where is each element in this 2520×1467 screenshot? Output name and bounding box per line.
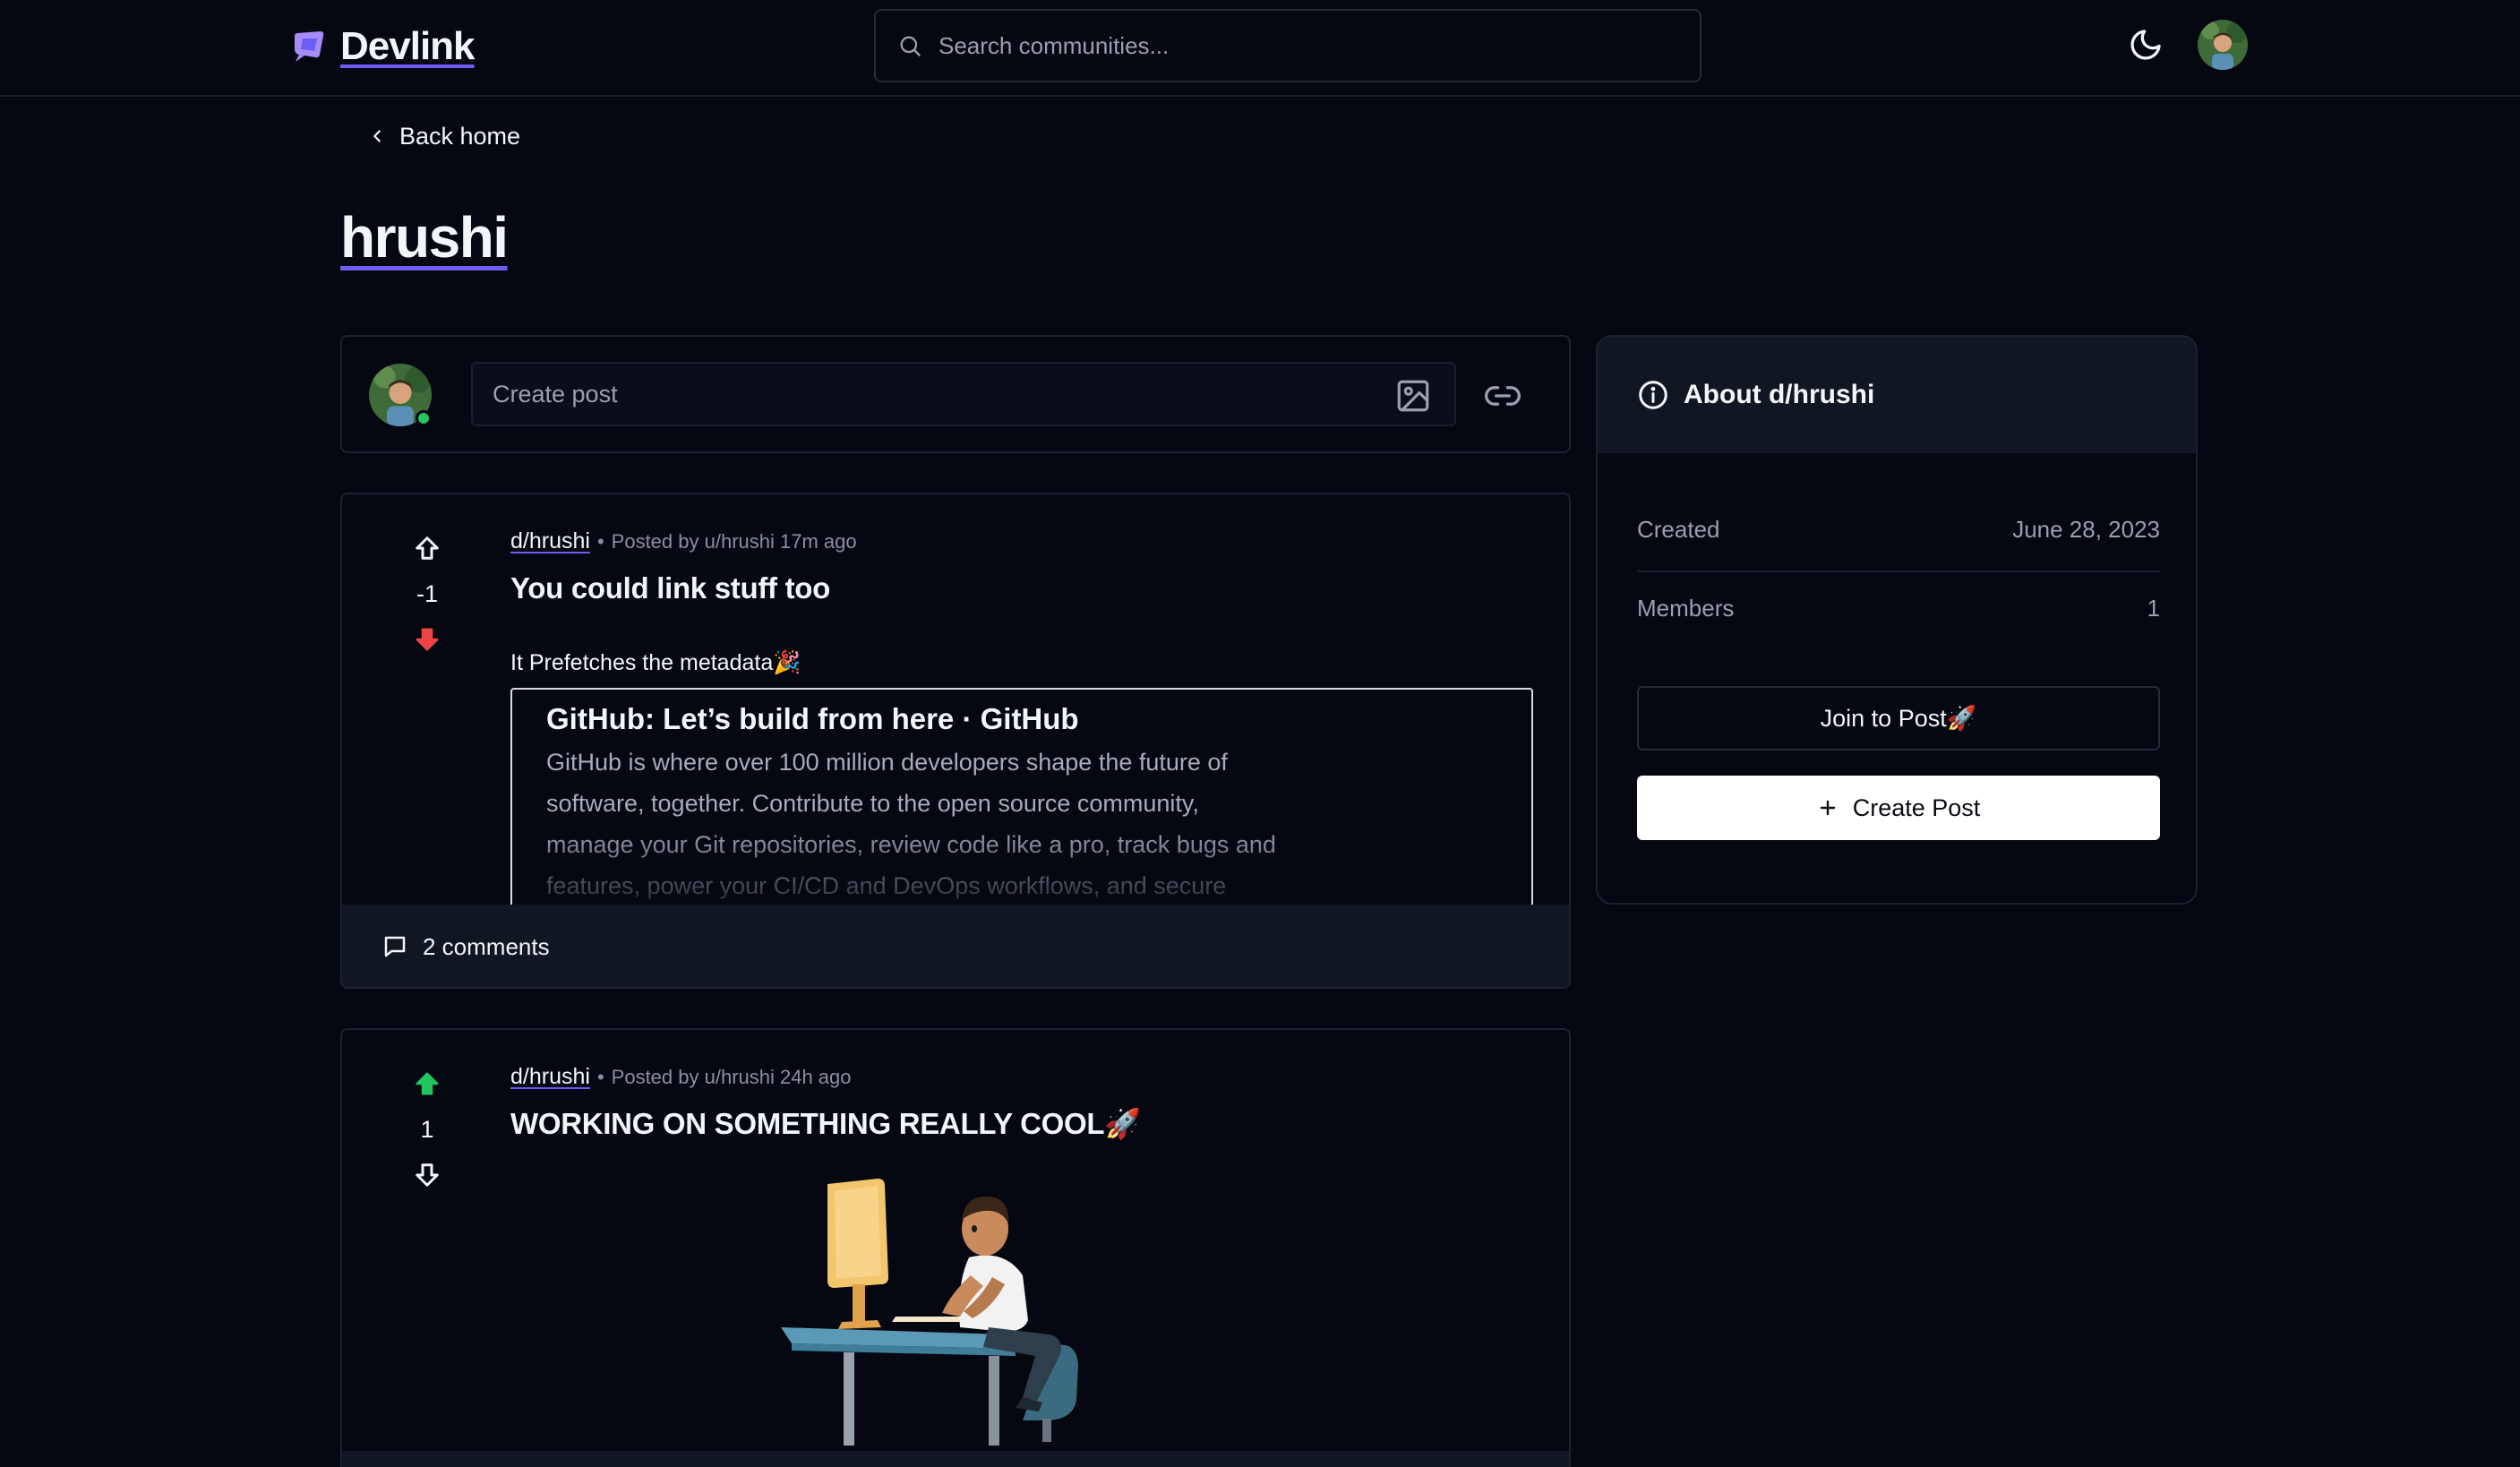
info-icon bbox=[1639, 381, 1667, 409]
post-image bbox=[781, 1179, 1078, 1446]
post-title[interactable]: WORKING ON SOMETHING REALLY COOL🚀 bbox=[510, 1107, 1141, 1142]
add-link-button[interactable] bbox=[1479, 373, 1526, 419]
downvote-button[interactable] bbox=[411, 1159, 443, 1191]
upvote-button[interactable] bbox=[411, 1068, 443, 1100]
vote-score: 1 bbox=[420, 1116, 434, 1143]
members-label: Members bbox=[1637, 595, 1735, 622]
logo-icon bbox=[295, 31, 324, 62]
top-navbar: Devlink bbox=[0, 0, 2520, 97]
members-value: 1 bbox=[2147, 595, 2160, 622]
comments-link[interactable]: 2 comments bbox=[342, 905, 1569, 987]
subreddit-link[interactable]: d/hrushi bbox=[510, 1064, 590, 1090]
moon-icon bbox=[2130, 30, 2161, 60]
plus-icon bbox=[1820, 800, 1835, 816]
post-body: It Prefetches the metadata🎉 bbox=[510, 650, 801, 675]
comment-icon bbox=[384, 936, 406, 957]
meta-separator: • bbox=[596, 1065, 604, 1088]
chevron-left-icon bbox=[373, 130, 381, 142]
create-post-avatar bbox=[369, 364, 432, 426]
about-community-card: About d/hrushi Created June 28, 2023 Mem… bbox=[1596, 335, 2198, 905]
vote-score: -1 bbox=[416, 580, 438, 607]
create-post-label: Create Post bbox=[1852, 794, 1981, 821]
created-row: Created June 28, 2023 bbox=[1637, 516, 2160, 572]
members-row: Members 1 bbox=[1637, 595, 2160, 649]
image-icon bbox=[1397, 380, 1429, 412]
add-image-button[interactable] bbox=[1390, 373, 1436, 419]
comments-count: 2 comments bbox=[423, 932, 550, 960]
created-value: June 28, 2023 bbox=[2012, 516, 2160, 543]
arrow-down-icon bbox=[416, 1163, 439, 1187]
theme-toggle-button[interactable] bbox=[2126, 25, 2165, 64]
back-home-link[interactable]: Back home bbox=[367, 118, 520, 154]
arrow-down-icon bbox=[416, 628, 439, 651]
post-meta: d/hrushi • Posted by u/hrushi 24h ago bbox=[510, 1064, 852, 1090]
search-bar[interactable] bbox=[874, 9, 1701, 82]
arrow-up-icon bbox=[416, 1072, 439, 1095]
join-button[interactable]: Join to Post🚀 bbox=[1637, 686, 2160, 751]
post-card: 1 d/hrushi • Posted by u/hrushi 24h ago … bbox=[340, 1028, 1571, 1467]
vote-column: -1 bbox=[396, 532, 459, 656]
post-title[interactable]: You could link stuff too bbox=[510, 571, 830, 605]
create-post-input[interactable] bbox=[471, 362, 1456, 426]
link-preview-card[interactable]: GitHub: Let’s build from here · GitHub G… bbox=[510, 688, 1533, 921]
link-preview-title: GitHub: Let’s build from here · GitHub bbox=[546, 702, 1079, 735]
about-header: About d/hrushi bbox=[1598, 337, 2196, 453]
avatar-image bbox=[2198, 20, 2248, 70]
back-home-label: Back home bbox=[399, 122, 521, 150]
create-post-bar bbox=[340, 335, 1571, 453]
meta-separator: • bbox=[596, 529, 604, 553]
post-meta: d/hrushi • Posted by u/hrushi 17m ago bbox=[510, 528, 857, 554]
user-avatar[interactable] bbox=[2198, 20, 2248, 70]
created-label: Created bbox=[1637, 516, 1720, 543]
upvote-button[interactable] bbox=[411, 532, 443, 564]
posted-by: Posted by u/hrushi 17m ago bbox=[611, 529, 857, 553]
page-title: hrushi bbox=[340, 205, 509, 270]
logo-link[interactable]: Devlink bbox=[290, 20, 476, 73]
online-status-dot bbox=[416, 410, 432, 426]
posted-by: Posted by u/hrushi 24h ago bbox=[611, 1065, 852, 1088]
downvote-button[interactable] bbox=[411, 623, 443, 656]
link-icon bbox=[1485, 386, 1521, 406]
arrow-up-icon bbox=[416, 536, 439, 560]
search-input[interactable] bbox=[939, 31, 1655, 60]
about-title: About d/hrushi bbox=[1684, 380, 1875, 409]
subreddit-link[interactable]: d/hrushi bbox=[510, 528, 590, 554]
post-card: -1 d/hrushi • Posted by u/hrushi 17m ago… bbox=[340, 493, 1571, 989]
logo-text: Devlink bbox=[340, 24, 476, 68]
create-post-button[interactable]: Create Post bbox=[1637, 776, 2160, 840]
search-icon bbox=[900, 36, 921, 56]
vote-column: 1 bbox=[396, 1068, 459, 1191]
comments-link[interactable] bbox=[342, 1451, 1569, 1467]
